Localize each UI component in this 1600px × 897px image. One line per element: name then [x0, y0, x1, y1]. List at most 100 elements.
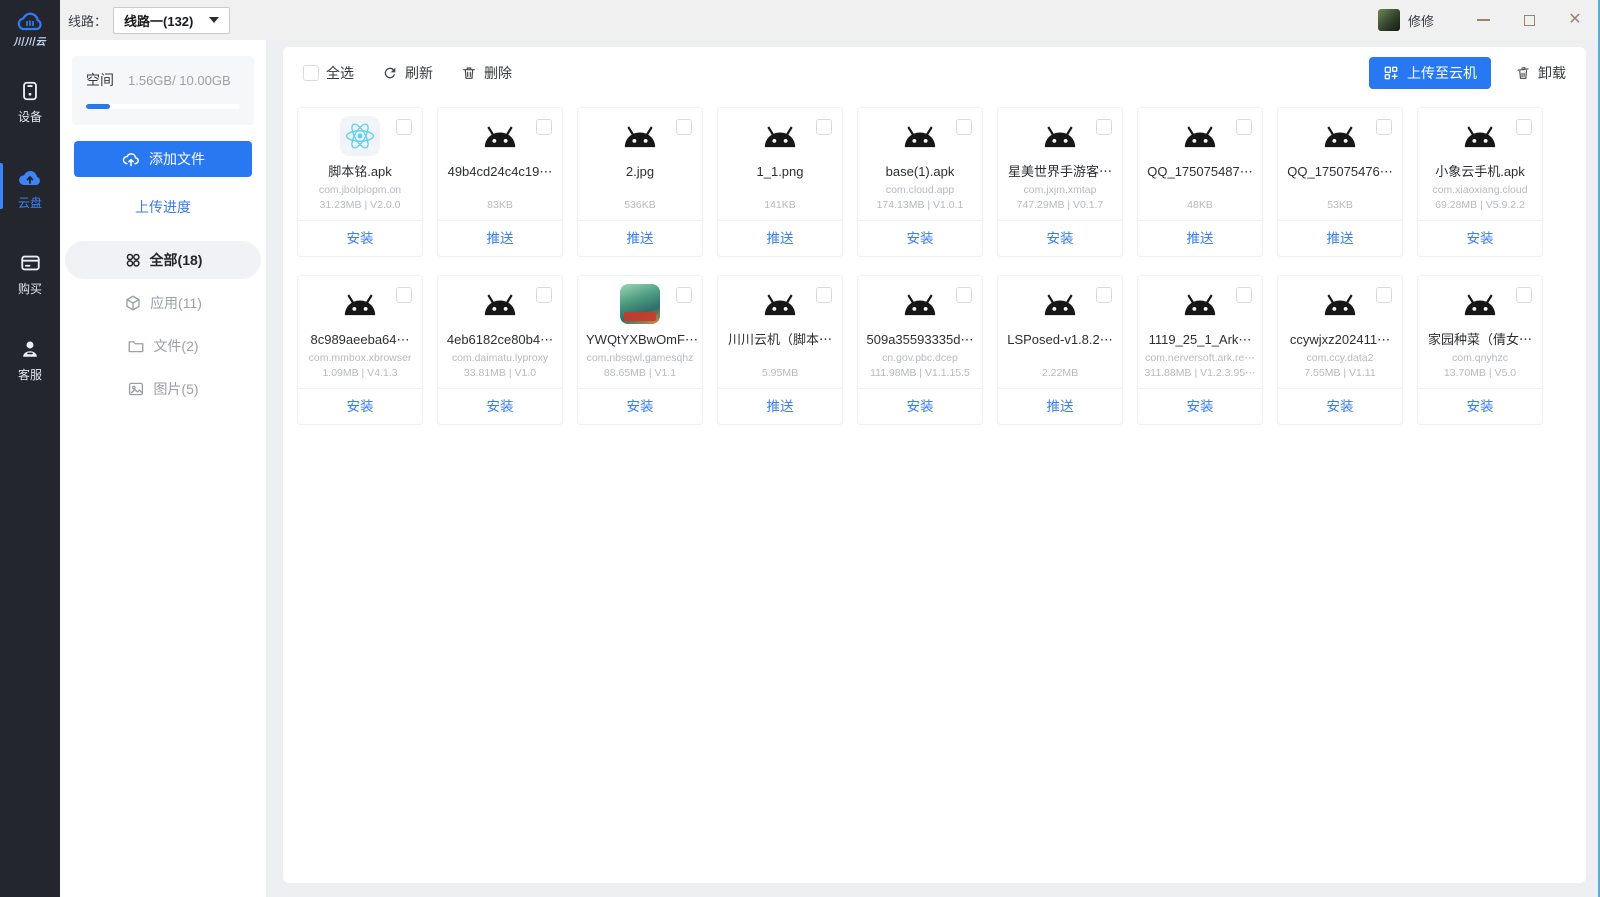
file-action-button[interactable]: 安装 — [1278, 388, 1402, 424]
category-item-1[interactable]: 应用(11) — [65, 284, 261, 322]
file-name: YWQtYXBwOmF⋯ — [578, 331, 702, 349]
file-checkbox[interactable] — [396, 287, 412, 303]
android-icon — [902, 124, 938, 151]
file-action-button[interactable]: 推送 — [578, 220, 702, 256]
file-checkbox[interactable] — [1516, 119, 1532, 135]
android-icon — [1462, 124, 1498, 151]
category-label: 图片(5) — [153, 379, 198, 399]
file-checkbox[interactable] — [676, 119, 692, 135]
android-icon — [342, 292, 378, 319]
file-checkbox[interactable] — [956, 287, 972, 303]
react-icon — [340, 116, 380, 156]
file-action-button[interactable]: 推送 — [438, 220, 562, 256]
add-file-button[interactable]: 添加文件 — [74, 141, 252, 177]
file-package — [1138, 184, 1262, 197]
uninstall-label: 卸载 — [1538, 63, 1566, 83]
file-card: ccywjxz202411⋯com.ccy.data27.55MB | V1.1… — [1277, 275, 1403, 425]
select-all-checkbox[interactable] — [303, 65, 319, 81]
rail-nav: 设备云盘购买客服 — [0, 72, 60, 390]
file-card: 2.jpg536KB推送 — [577, 107, 703, 257]
file-action-button[interactable]: 推送 — [718, 388, 842, 424]
file-checkbox[interactable] — [1376, 119, 1392, 135]
file-checkbox[interactable] — [536, 119, 552, 135]
sidebar-item-label: 客服 — [18, 366, 42, 383]
username: 修修 — [1408, 11, 1434, 30]
file-checkbox[interactable] — [1376, 287, 1392, 303]
file-card: 1119_25_1_Ark⋯com.nerversoft.ark.re⋯311.… — [1137, 275, 1263, 425]
uninstall-button[interactable]: 卸载 — [1515, 63, 1566, 83]
file-meta: 536KB — [578, 198, 702, 212]
file-grid: 脚本铭.apkcom.jbolplopm.on31.23MB | V2.0.0安… — [283, 99, 1586, 433]
category-item-0[interactable]: 全部(18) — [65, 241, 261, 279]
category-item-3[interactable]: 图片(5) — [65, 370, 261, 408]
file-name: 脚本铭.apk — [298, 163, 422, 181]
upload-progress-link[interactable]: 上传进度 — [60, 197, 266, 217]
upload-to-cloud-button[interactable]: 上传至云机 — [1369, 57, 1491, 89]
file-checkbox[interactable] — [1236, 119, 1252, 135]
file-checkbox[interactable] — [816, 287, 832, 303]
file-checkbox[interactable] — [1236, 287, 1252, 303]
apps-add-icon — [1383, 65, 1399, 81]
file-action-button[interactable]: 安装 — [1418, 220, 1542, 256]
file-package — [1278, 184, 1402, 197]
file-name: 49b4cd24c4c19⋯ — [438, 163, 562, 181]
android-icon — [622, 124, 658, 151]
logo-text: 川川云 — [14, 33, 47, 48]
category-item-2[interactable]: 文件(2) — [65, 327, 261, 365]
category-label: 全部(18) — [150, 250, 203, 270]
file-action-button[interactable]: 安装 — [1138, 388, 1262, 424]
file-meta: 83KB — [438, 198, 562, 212]
sidebar-item-1[interactable]: 云盘 — [0, 158, 60, 218]
file-package: com.nbsqwl.gamesqhz — [578, 352, 702, 365]
file-action-button[interactable]: 安装 — [998, 220, 1122, 256]
storage-progress-fill — [86, 104, 110, 109]
file-checkbox[interactable] — [1096, 287, 1112, 303]
file-name: QQ_175075487⋯ — [1138, 163, 1262, 181]
chevron-down-icon — [209, 17, 219, 23]
file-checkbox[interactable] — [1516, 287, 1532, 303]
customer-service-icon — [19, 337, 41, 361]
file-action-button[interactable]: 安装 — [858, 388, 982, 424]
file-action-button[interactable]: 安装 — [578, 388, 702, 424]
close-button[interactable]: ✕ — [1552, 5, 1598, 35]
file-package: com.cloud.app — [858, 184, 982, 197]
minimize-button[interactable] — [1460, 5, 1506, 35]
game-icon — [620, 284, 660, 324]
file-action-button[interactable]: 安装 — [298, 220, 422, 256]
file-action-button[interactable]: 推送 — [1278, 220, 1402, 256]
sidebar-item-3[interactable]: 客服 — [0, 330, 60, 390]
file-action-button[interactable]: 安装 — [858, 220, 982, 256]
file-checkbox[interactable] — [1096, 119, 1112, 135]
app-cube-icon — [124, 294, 142, 312]
file-action-button[interactable]: 推送 — [718, 220, 842, 256]
line-select[interactable]: 线路一(132) — [113, 7, 230, 34]
select-all-control[interactable]: 全选 — [303, 63, 354, 83]
toolbar: 全选 刷新 删除 — [283, 47, 1586, 99]
file-checkbox[interactable] — [536, 287, 552, 303]
sidebar-item-0[interactable]: 设备 — [0, 72, 60, 132]
file-package: com.daimatu.lyproxy — [438, 352, 562, 365]
file-action-button[interactable]: 推送 — [998, 388, 1122, 424]
file-card: 4eb6182ce80b4⋯com.daimatu.lyproxy33.81MB… — [437, 275, 563, 425]
file-action-button[interactable]: 安装 — [1418, 388, 1542, 424]
file-package — [578, 184, 702, 197]
file-package — [718, 184, 842, 197]
file-package — [998, 352, 1122, 365]
file-action-button[interactable]: 推送 — [1138, 220, 1262, 256]
refresh-button[interactable]: 刷新 — [382, 63, 433, 83]
file-checkbox[interactable] — [396, 119, 412, 135]
storage-progress-track — [86, 104, 240, 109]
file-checkbox[interactable] — [816, 119, 832, 135]
file-action-button[interactable]: 安装 — [298, 388, 422, 424]
android-icon — [762, 292, 798, 319]
user-area[interactable]: 修修 — [1378, 9, 1434, 31]
add-file-label: 添加文件 — [149, 149, 205, 169]
delete-button[interactable]: 删除 — [461, 63, 512, 83]
file-checkbox[interactable] — [676, 287, 692, 303]
file-package: com.xiaoxiang.cloud — [1418, 184, 1542, 197]
file-action-button[interactable]: 安装 — [438, 388, 562, 424]
sidebar-item-2[interactable]: 购买 — [0, 244, 60, 304]
cloud-upload-icon — [121, 149, 141, 169]
file-checkbox[interactable] — [956, 119, 972, 135]
maximize-button[interactable] — [1506, 5, 1552, 35]
